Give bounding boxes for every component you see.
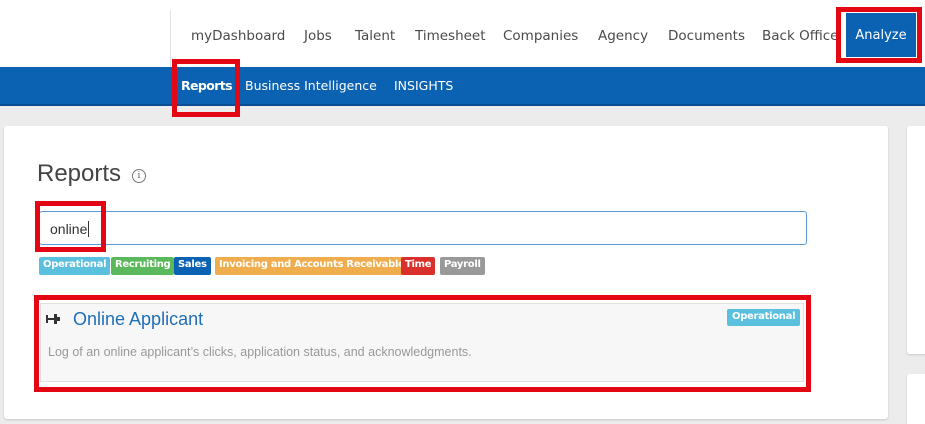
nav-item-timesheet[interactable]: Timesheet	[415, 28, 486, 44]
subnav-item-insights[interactable]: INSIGHTS	[394, 78, 453, 93]
filter-tag-recruiting[interactable]: Recruiting	[111, 257, 175, 275]
subnav-item-business-intelligence[interactable]: Business Intelligence	[245, 78, 377, 93]
sub-nav: Reports Business Intelligence INSIGHTS	[0, 67, 925, 106]
filter-tag-time[interactable]: Time	[401, 257, 436, 275]
nav-item-jobs[interactable]: Jobs	[304, 28, 332, 44]
side-panel	[907, 126, 925, 354]
filter-tag-invoicing-and-accounts-receivable[interactable]: Invoicing and Accounts Receivable	[215, 257, 409, 275]
highlight-reports	[172, 59, 240, 117]
top-nav: myDashboard Jobs Talent Timesheet Compan…	[0, 0, 925, 67]
nav-divider	[170, 10, 171, 67]
highlight-search	[35, 201, 106, 252]
filter-tag-payroll[interactable]: Payroll	[440, 257, 485, 275]
search-input[interactable]: online	[39, 211, 807, 245]
side-panel-lower	[907, 374, 925, 424]
nav-item-talent[interactable]: Talent	[355, 28, 395, 44]
page-title: Reports	[37, 160, 122, 187]
info-icon[interactable]: i	[132, 169, 146, 183]
nav-item-agency[interactable]: Agency	[598, 28, 648, 44]
nav-item-back-office[interactable]: Back Office	[762, 28, 838, 44]
nav-item-mydashboard[interactable]: myDashboard	[191, 28, 285, 44]
highlight-analyze	[836, 7, 922, 63]
filter-tag-operational[interactable]: Operational	[39, 257, 111, 275]
nav-item-documents[interactable]: Documents	[668, 28, 745, 44]
filter-tag-sales[interactable]: Sales	[174, 257, 211, 275]
highlight-result	[34, 295, 811, 392]
nav-item-companies[interactable]: Companies	[503, 28, 578, 44]
